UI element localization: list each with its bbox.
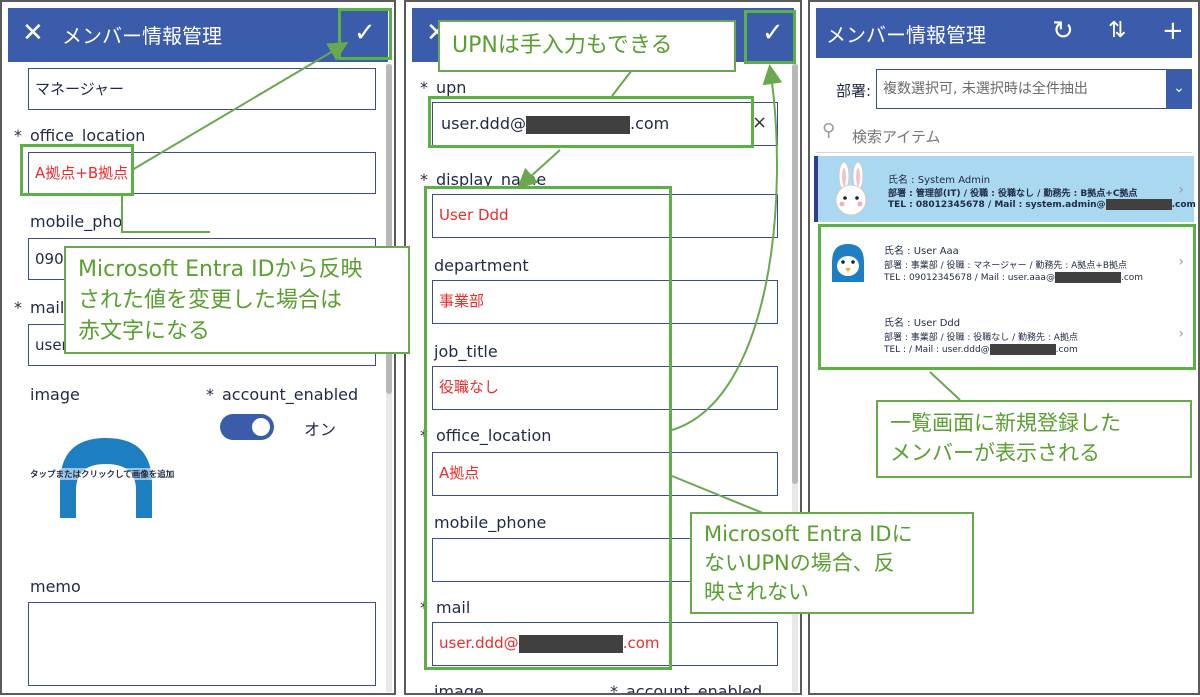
callout-entra-reflect: Microsoft Entra IDから反映 された値を変更した場合は 赤文字に…	[64, 246, 410, 354]
callout-new-member: 一覧画面に新規登録した メンバーが表示される	[876, 400, 1192, 478]
callout-not-reflected: Microsoft Entra IDに ないUPNの場合、反 映されない	[690, 512, 974, 614]
callout-upn-manual: UPNは手入力もできる	[438, 20, 736, 72]
